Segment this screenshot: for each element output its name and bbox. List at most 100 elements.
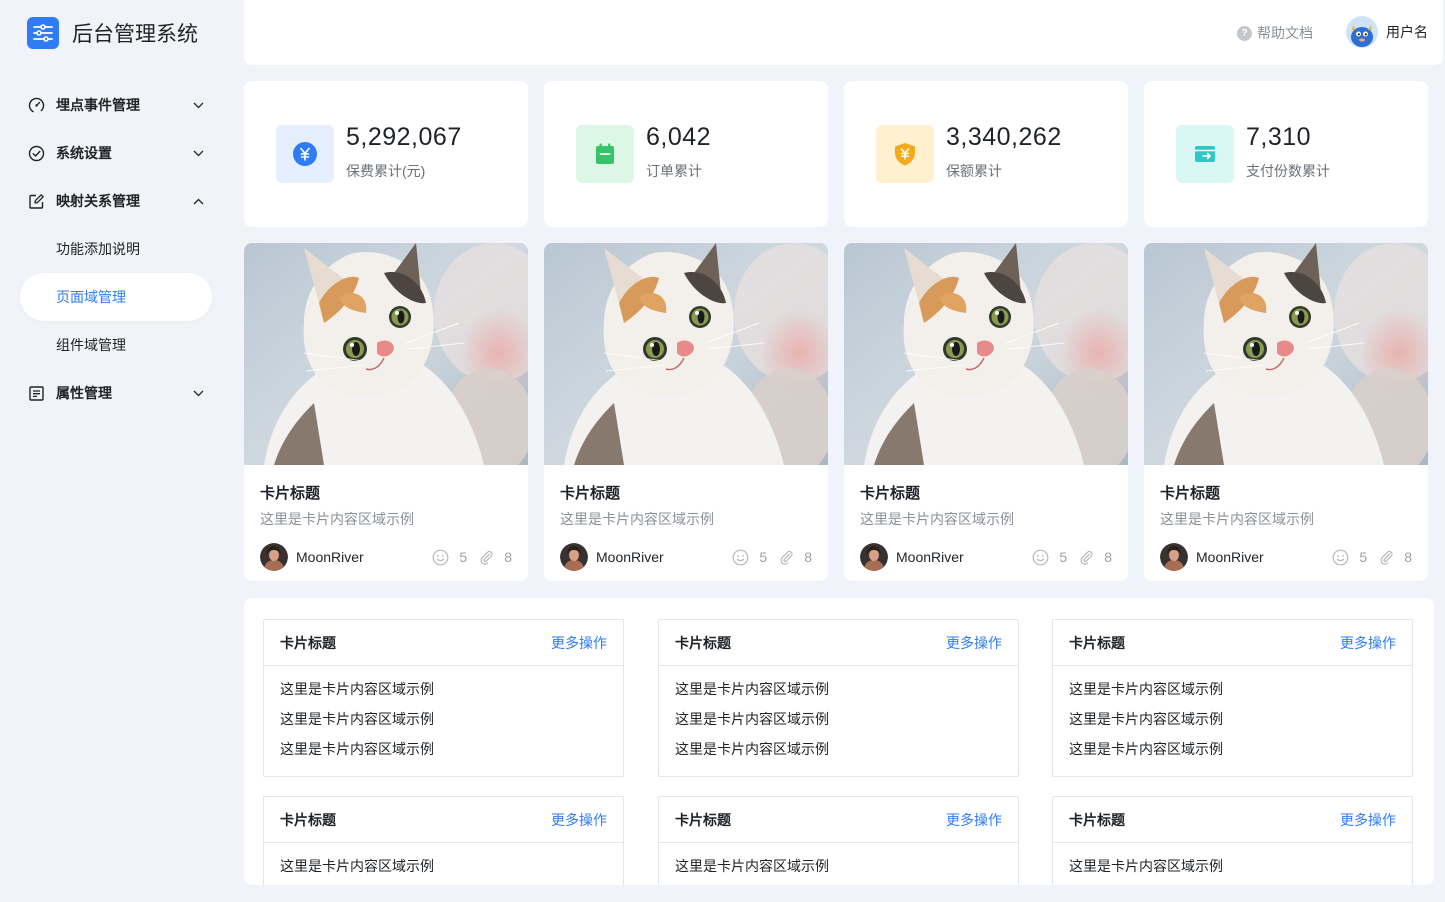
card-title: 卡片标题	[1069, 634, 1125, 651]
image-card[interactable]: 卡片标题 这里是卡片内容区域示例 MoonRiver 5 8	[544, 243, 828, 581]
card-line: 这里是卡片内容区域示例	[1069, 741, 1223, 757]
card-line: 这里是卡片内容区域示例	[280, 741, 434, 757]
attachments-count[interactable]: 8	[1079, 549, 1112, 565]
card-title: 卡片标题	[860, 485, 921, 502]
brand[interactable]: 后台管理系统	[27, 16, 198, 50]
stat-label: 支付份数累计	[1246, 163, 1330, 179]
user-menu[interactable]: 用户名	[1346, 16, 1428, 48]
more-actions-link[interactable]: 更多操作	[1340, 810, 1396, 830]
list-card: 卡片标题 更多操作 这里是卡片内容区域示例	[1052, 796, 1413, 885]
card-title: 卡片标题	[560, 485, 621, 502]
list-card: 卡片标题 更多操作 这里是卡片内容区域示例 这里是卡片内容区域示例 这里是卡片内容…	[1052, 619, 1413, 777]
attachments-count[interactable]: 8	[1379, 549, 1412, 565]
card-title: 卡片标题	[260, 485, 321, 502]
paperclip-icon	[479, 550, 499, 565]
list-card: 卡片标题 更多操作 这里是卡片内容区域示例 这里是卡片内容区域示例 这里是卡片内容…	[263, 619, 624, 777]
likes-count[interactable]: 5	[432, 549, 467, 566]
card-title: 卡片标题	[280, 634, 336, 651]
chevron-down-icon	[192, 99, 204, 111]
image-card[interactable]: 卡片标题 这里是卡片内容区域示例 MoonRiver 5 8	[1144, 243, 1428, 581]
avatar	[860, 543, 888, 571]
attachments-value: 8	[1404, 549, 1412, 565]
yen-shield-icon	[876, 125, 934, 183]
dashboard-icon	[27, 96, 45, 114]
stat-label: 保额累计	[946, 163, 1002, 179]
card-line: 这里是卡片内容区域示例	[675, 711, 829, 727]
sidebar-menu: 埋点事件管理 系统设置 映射关系管理 功能添加说明 页面域管理 组件域管理 属性…	[3, 81, 236, 417]
card-title: 卡片标题	[675, 634, 731, 651]
more-actions-link[interactable]: 更多操作	[551, 810, 607, 830]
smile-icon	[432, 549, 454, 566]
more-actions-link[interactable]: 更多操作	[551, 633, 607, 653]
card-title: 卡片标题	[1069, 811, 1125, 828]
paperclip-icon	[779, 550, 799, 565]
card-line: 这里是卡片内容区域示例	[1069, 858, 1223, 874]
card-line: 这里是卡片内容区域示例	[675, 741, 829, 757]
sidebar-subitem-feature-guide[interactable]: 功能添加说明	[3, 225, 236, 273]
card-line: 这里是卡片内容区域示例	[280, 711, 434, 727]
card-line: 这里是卡片内容区域示例	[280, 858, 434, 874]
sidebar-item-attributes[interactable]: 属性管理	[3, 369, 236, 417]
sidebar-item-system-settings[interactable]: 系统设置	[3, 129, 236, 177]
likes-value: 5	[459, 549, 468, 565]
image-card[interactable]: 卡片标题 这里是卡片内容区域示例 MoonRiver 5 8	[244, 243, 528, 581]
smile-icon	[1332, 549, 1354, 566]
question-circle-icon: ?	[1237, 25, 1252, 41]
card-description: 这里是卡片内容区域示例	[860, 511, 1014, 527]
avatar	[560, 543, 588, 571]
app-logo-icon	[27, 17, 59, 49]
stat-card-payments: 7,310 支付份数累计	[1144, 81, 1428, 227]
card-author: MoonRiver	[896, 549, 964, 565]
sidebar: 后台管理系统 埋点事件管理 系统设置 映射关系管理 功能添加说明 页面域管理 组…	[3, 0, 236, 902]
attachments-value: 8	[1104, 549, 1112, 565]
sidebar-item-mapping[interactable]: 映射关系管理	[3, 177, 236, 225]
sidebar-subitem-page-domain[interactable]: 页面域管理	[20, 273, 212, 321]
card-description: 这里是卡片内容区域示例	[1160, 511, 1314, 527]
app-title: 后台管理系统	[72, 23, 198, 46]
likes-count[interactable]: 5	[732, 549, 767, 566]
paperclip-icon	[1379, 550, 1399, 565]
card-line: 这里是卡片内容区域示例	[1069, 681, 1223, 697]
cat-photo	[544, 243, 828, 465]
list-card: 卡片标题 更多操作 这里是卡片内容区域示例 这里是卡片内容区域示例 这里是卡片内容…	[658, 619, 1019, 777]
card-author: MoonRiver	[1196, 549, 1264, 565]
more-actions-link[interactable]: 更多操作	[1340, 633, 1396, 653]
sidebar-item-label: 映射关系管理	[56, 193, 140, 209]
card-title: 卡片标题	[1160, 485, 1221, 502]
image-card[interactable]: 卡片标题 这里是卡片内容区域示例 MoonRiver 5 8	[844, 243, 1128, 581]
calendar-icon	[576, 125, 634, 183]
stat-value: 7,310	[1246, 123, 1312, 151]
stat-value: 6,042	[646, 123, 712, 151]
card-author: MoonRiver	[296, 549, 364, 565]
more-actions-link[interactable]: 更多操作	[946, 810, 1002, 830]
cat-photo	[844, 243, 1128, 465]
card-description: 这里是卡片内容区域示例	[560, 511, 714, 527]
smile-icon	[732, 549, 754, 566]
smile-icon	[1032, 549, 1054, 566]
likes-count[interactable]: 5	[1032, 549, 1067, 566]
sidebar-item-label: 埋点事件管理	[56, 97, 140, 113]
sidebar-item-tracking-events[interactable]: 埋点事件管理	[3, 81, 236, 129]
chevron-up-icon	[192, 195, 204, 207]
avatar	[260, 543, 288, 571]
stat-value: 5,292,067	[346, 123, 462, 151]
sidebar-subitem-component-domain[interactable]: 组件域管理	[3, 321, 236, 369]
avatar	[1346, 16, 1378, 48]
stat-label: 保费累计(元)	[346, 163, 426, 179]
list-card: 卡片标题 更多操作 这里是卡片内容区域示例	[658, 796, 1019, 885]
more-actions-link[interactable]: 更多操作	[946, 633, 1002, 653]
likes-count[interactable]: 5	[1332, 549, 1367, 566]
attachments-count[interactable]: 8	[779, 549, 812, 565]
help-docs-link[interactable]: ? 帮助文档	[1237, 23, 1313, 43]
card-line: 这里是卡片内容区域示例	[675, 681, 829, 697]
attachments-count[interactable]: 8	[479, 549, 512, 565]
check-circle-icon	[27, 144, 45, 162]
card-grid-panel: 卡片标题 更多操作 这里是卡片内容区域示例 这里是卡片内容区域示例 这里是卡片内容…	[244, 598, 1434, 885]
chevron-down-icon	[192, 387, 204, 399]
stat-card-premium: 5,292,067 保费累计(元)	[244, 81, 528, 227]
yen-circle-icon	[276, 125, 334, 183]
likes-value: 5	[759, 549, 768, 565]
attachments-value: 8	[504, 549, 512, 565]
card-description: 这里是卡片内容区域示例	[260, 511, 414, 527]
top-header: ? 帮助文档 用户名	[244, 0, 1443, 65]
